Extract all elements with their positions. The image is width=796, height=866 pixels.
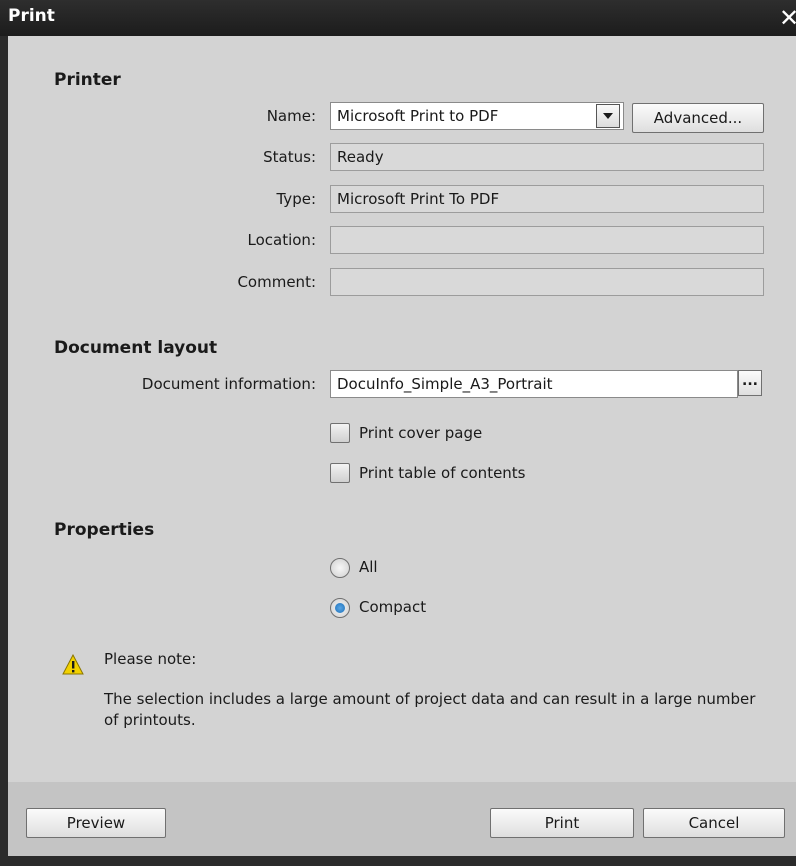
print-table-of-contents-label[interactable]: Print table of contents [359,464,526,482]
chevron-down-icon[interactable] [596,104,620,128]
close-icon[interactable]: ✕ [779,2,796,34]
status-label: Status: [263,148,316,166]
document-layout-section-title: Document layout [54,338,218,358]
note-heading: Please note: [104,650,197,668]
document-information-label: Document information: [141,375,316,393]
document-information-field[interactable]: DocuInfo_Simple_A3_Portrait [330,370,738,398]
preview-button[interactable]: Preview [26,808,166,838]
window-bottom-edge [0,856,796,866]
status-field: Ready [330,143,764,171]
radio-all-label[interactable]: All [359,558,378,576]
print-cover-page-checkbox[interactable] [330,423,350,443]
advanced-button[interactable]: Advanced... [632,103,764,133]
location-label: Location: [247,231,317,249]
radio-all[interactable] [330,558,350,578]
print-cover-page-label[interactable]: Print cover page [359,424,482,442]
type-field: Microsoft Print To PDF [330,185,764,213]
printer-section-title: Printer [54,70,121,90]
radio-compact[interactable] [330,598,350,618]
properties-section-title: Properties [54,520,155,540]
location-field [330,226,764,254]
printer-name-label: Name: [266,107,316,125]
cancel-button[interactable]: Cancel [643,808,785,838]
radio-compact-label[interactable]: Compact [359,598,426,616]
comment-field [330,268,764,296]
comment-label: Comment: [237,273,316,291]
printer-name-dropdown[interactable]: Microsoft Print to PDF [330,102,624,130]
type-label: Type: [276,190,316,208]
browse-button[interactable]: ... [738,370,762,396]
note-text: The selection includes a large amount of… [104,690,756,729]
warning-icon [62,654,84,675]
print-table-of-contents-checkbox[interactable] [330,463,350,483]
title-bar: Print ✕ [0,0,796,36]
window-title: Print [8,6,55,26]
print-button[interactable]: Print [490,808,634,838]
